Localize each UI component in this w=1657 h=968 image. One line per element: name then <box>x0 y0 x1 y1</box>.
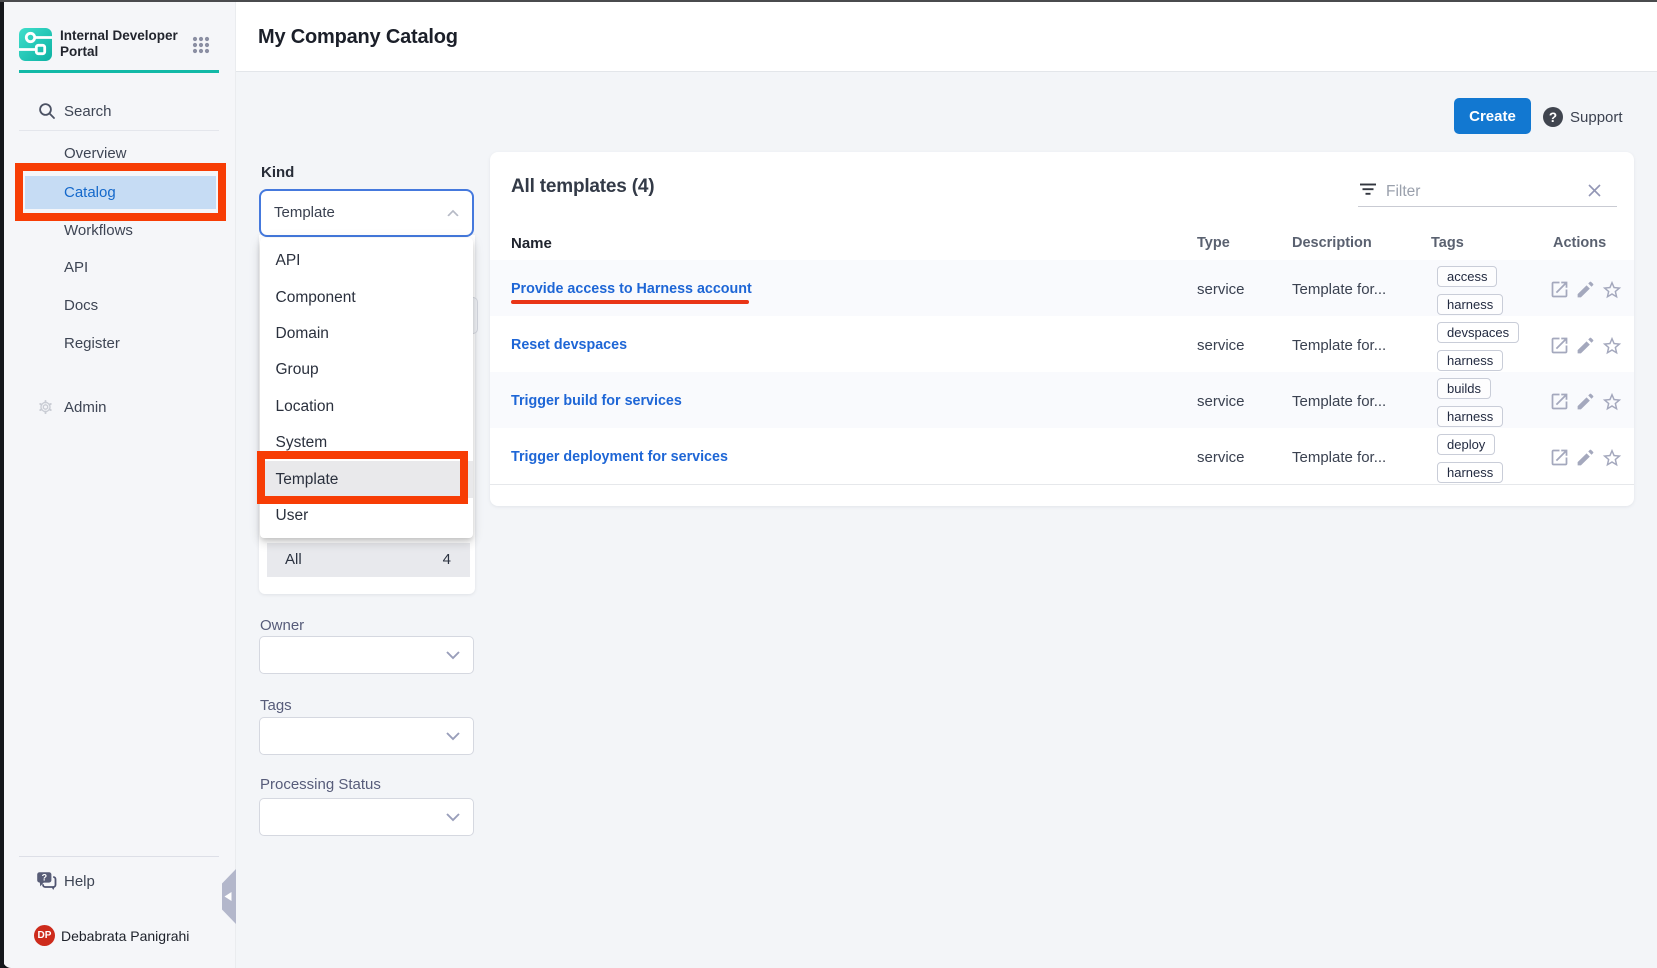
svg-text:?: ? <box>42 872 48 882</box>
